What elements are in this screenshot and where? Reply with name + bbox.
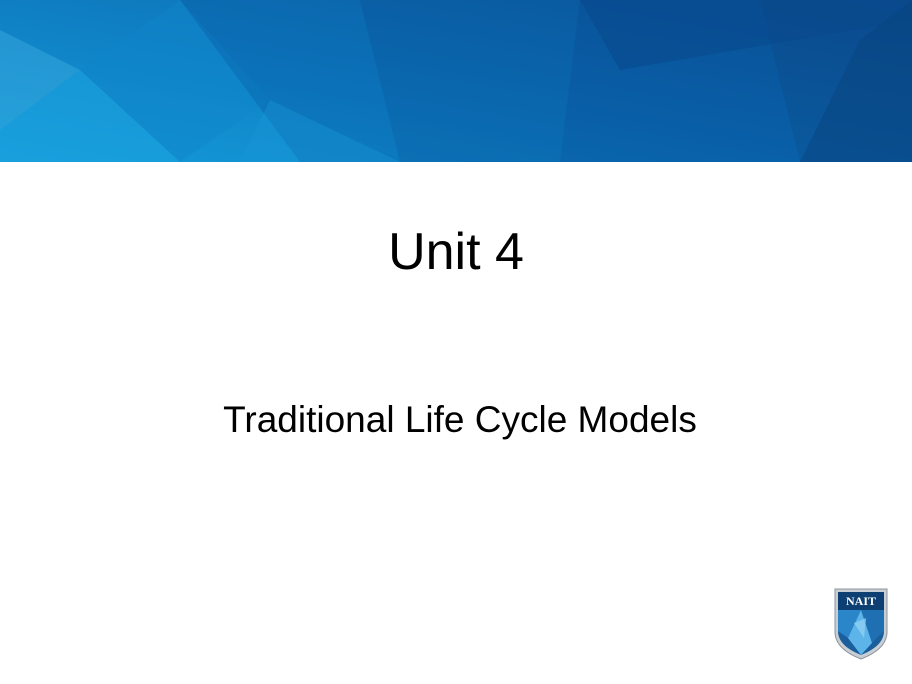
nait-shield-logo-icon: NAIT <box>834 588 888 660</box>
logo-text: NAIT <box>846 594 876 608</box>
slide-subtitle: Traditional Life Cycle Models <box>223 399 697 440</box>
banner-graphic <box>0 0 912 162</box>
header-banner <box>0 0 912 162</box>
nait-logo: NAIT <box>834 588 888 660</box>
slide: Unit 4 Traditional Life Cycle Models NAI… <box>0 0 912 684</box>
slide-title: Unit 4 <box>388 223 524 281</box>
